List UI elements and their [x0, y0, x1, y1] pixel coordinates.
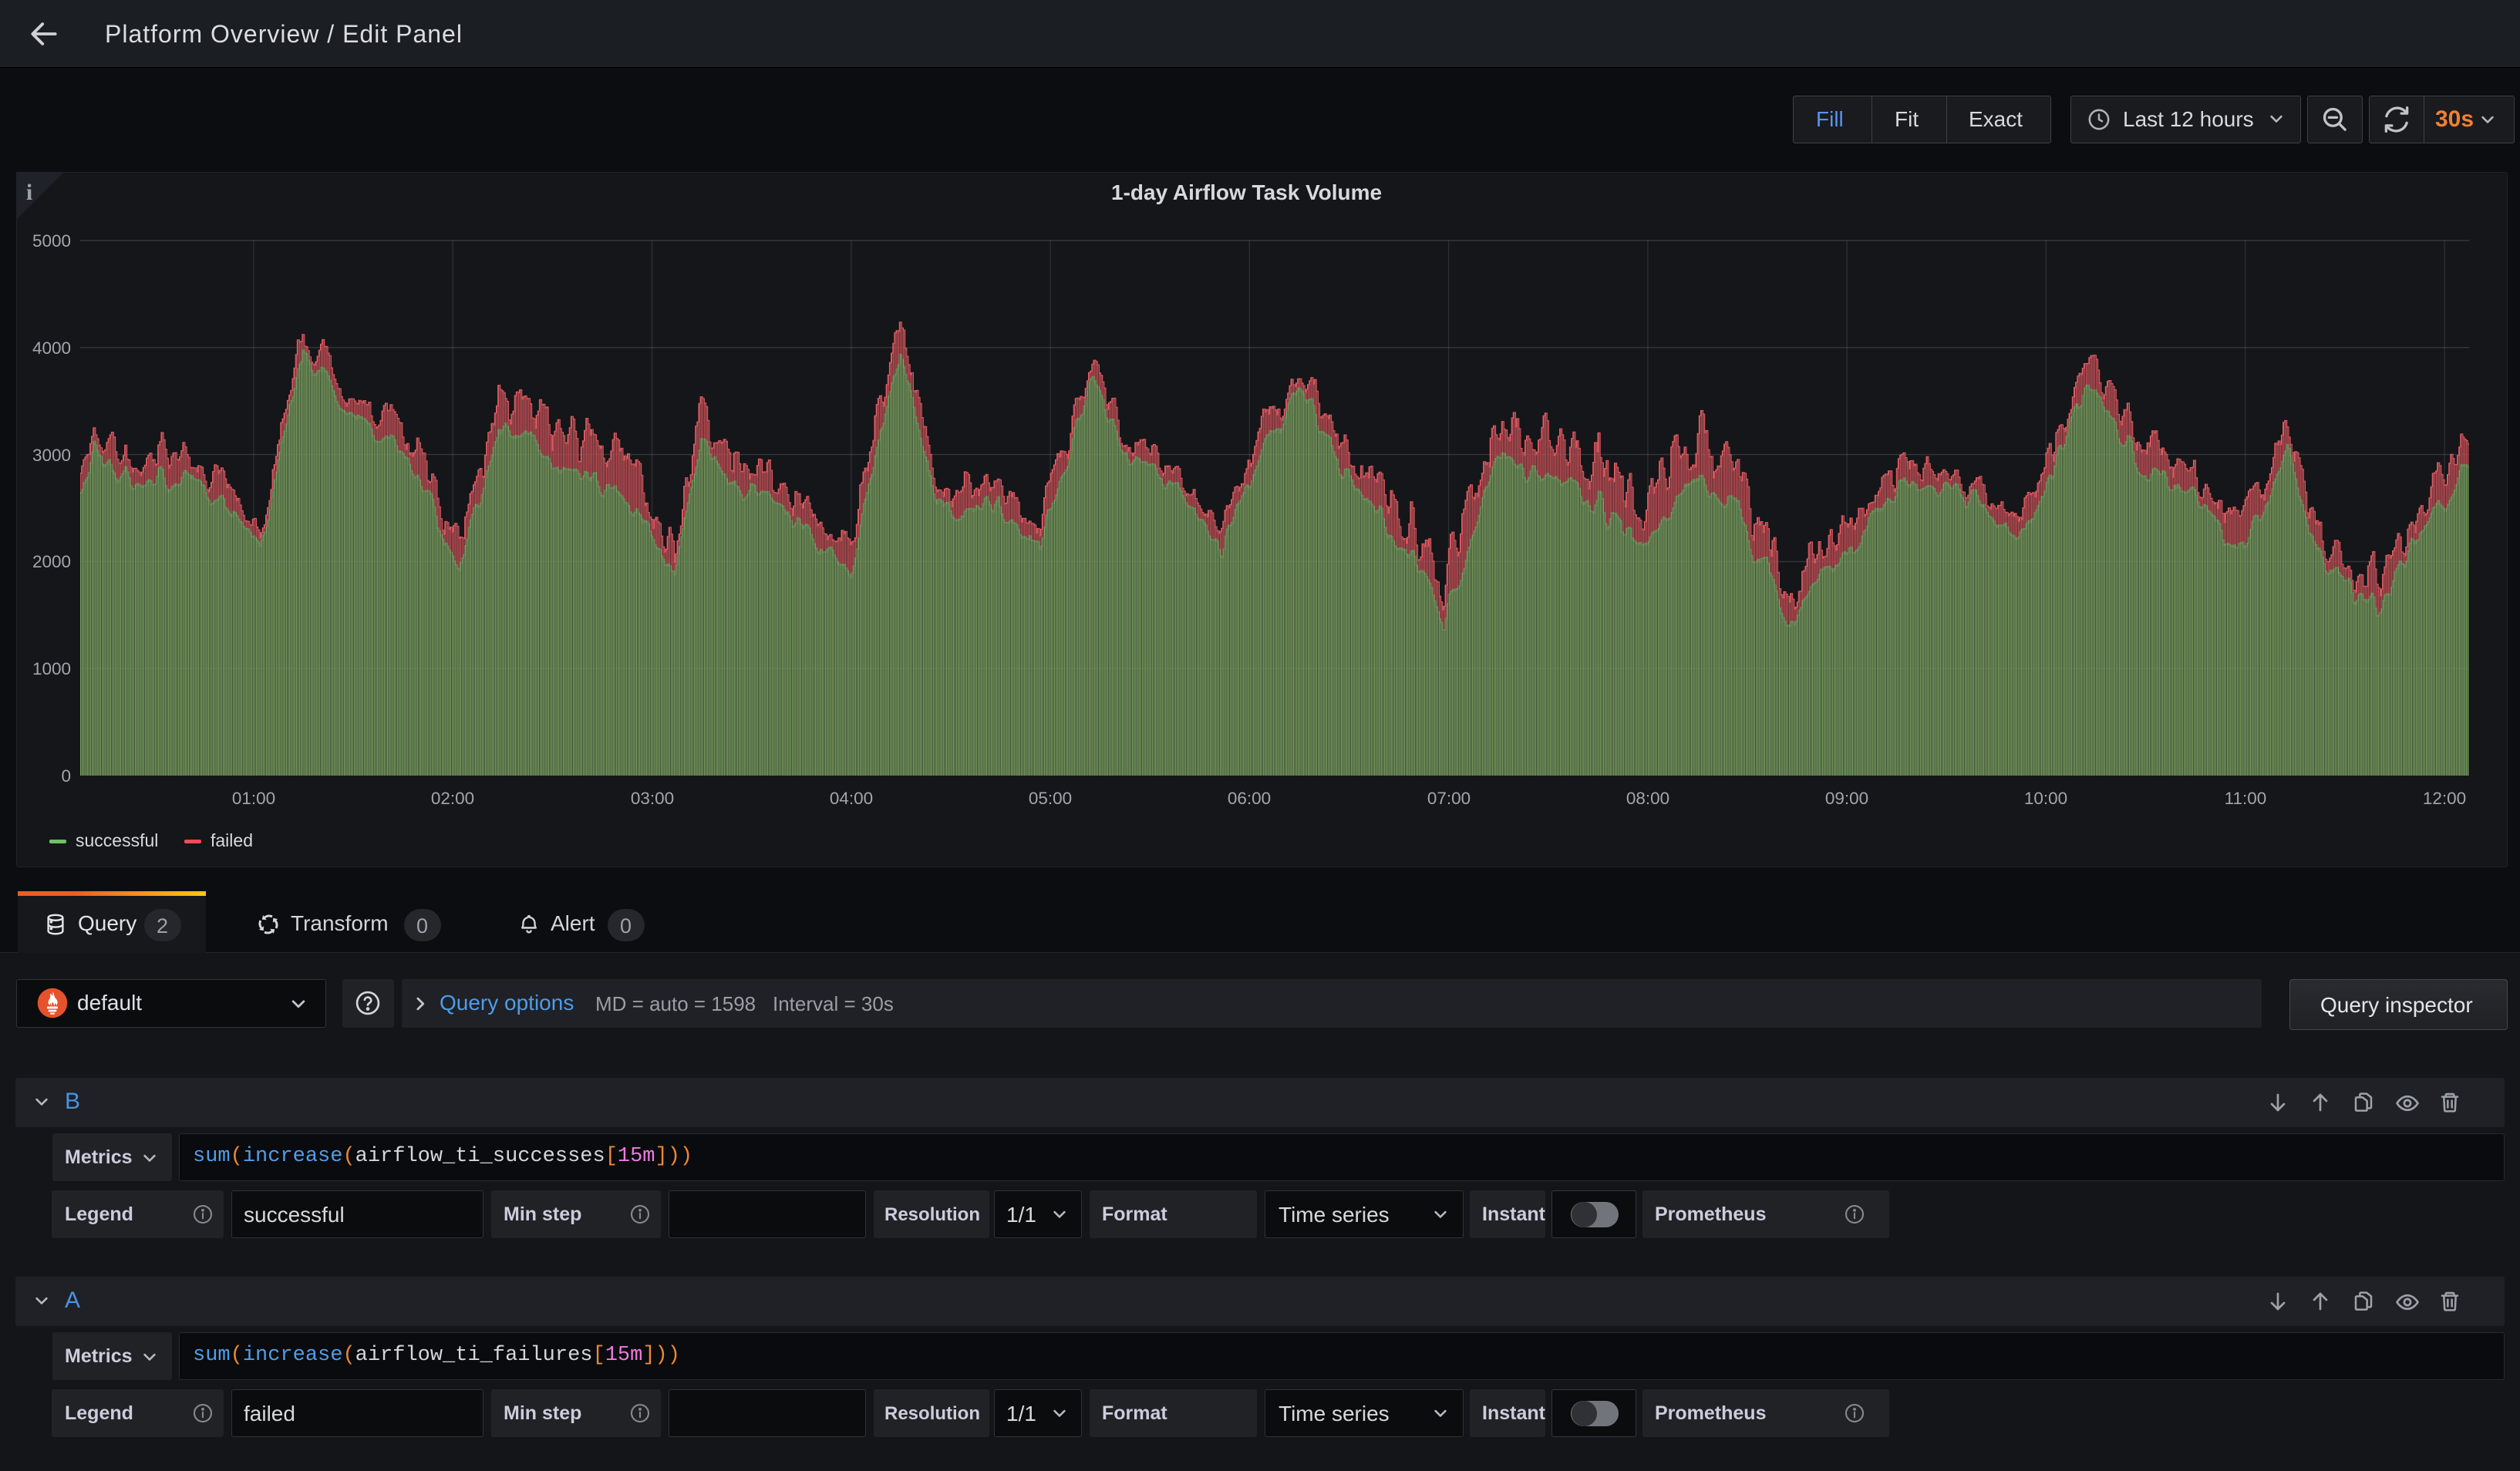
svg-text:12:00: 12:00	[2423, 789, 2466, 808]
svg-text:09:00: 09:00	[1825, 789, 1868, 808]
svg-text:3000: 3000	[32, 446, 71, 465]
svg-text:01:00: 01:00	[232, 789, 275, 808]
svg-text:02:00: 02:00	[431, 789, 474, 808]
svg-text:0: 0	[61, 766, 71, 786]
svg-text:5000: 5000	[32, 231, 71, 251]
svg-text:i: i	[26, 180, 32, 205]
svg-text:11:00: 11:00	[2225, 789, 2267, 808]
svg-text:06:00: 06:00	[1228, 789, 1271, 808]
svg-text:2000: 2000	[32, 552, 71, 571]
svg-text:04:00: 04:00	[830, 789, 873, 808]
svg-text:03:00: 03:00	[631, 789, 674, 808]
svg-text:1000: 1000	[32, 659, 71, 678]
svg-text:4000: 4000	[32, 338, 71, 358]
svg-text:07:00: 07:00	[1427, 789, 1471, 808]
svg-text:08:00: 08:00	[1626, 789, 1669, 808]
svg-text:05:00: 05:00	[1029, 789, 1072, 808]
svg-text:10:00: 10:00	[2024, 789, 2067, 808]
